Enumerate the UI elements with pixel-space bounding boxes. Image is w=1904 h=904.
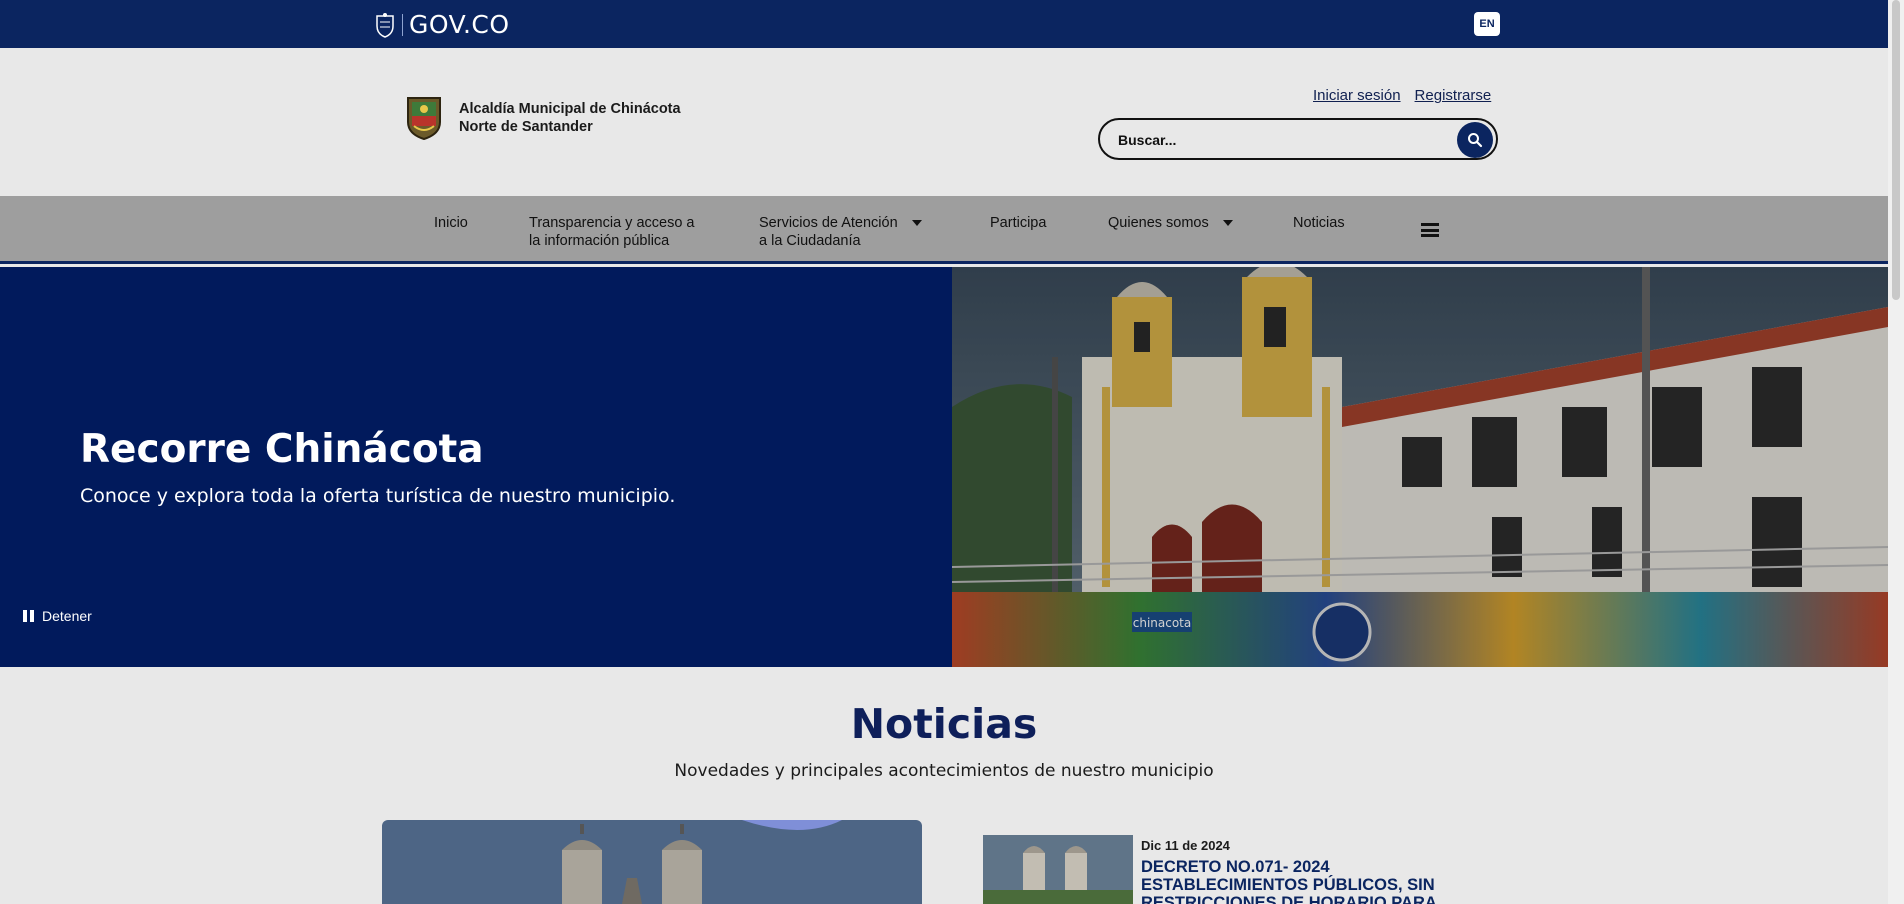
register-link[interactable]: Registrarse xyxy=(1415,87,1492,104)
nav-item-quienes-somos[interactable]: Quienes somos xyxy=(1108,214,1233,232)
nav-label-line1: Transparencia y acceso a xyxy=(529,215,695,231)
news-main-image[interactable] xyxy=(382,820,922,904)
news-item-date: Dic 11 de 2024 xyxy=(1141,838,1230,853)
nav-label: Inicio xyxy=(434,215,468,231)
hero-carousel: Recorre Chinácota Conoce y explora toda … xyxy=(0,267,1888,667)
chevron-down-icon xyxy=(911,220,922,226)
search-icon xyxy=(1468,133,1483,148)
nav-label: Quienes somos xyxy=(1108,215,1209,231)
chevron-down-icon xyxy=(1222,220,1233,226)
nav-label: Noticias xyxy=(1293,215,1345,231)
nav-label-line1: Servicios de Atención xyxy=(759,215,898,231)
search-input[interactable] xyxy=(1118,129,1438,151)
municipality-name[interactable]: Alcaldía Municipal de Chinácota Norte de… xyxy=(459,100,681,136)
hero-church-photo: chinacota xyxy=(952,267,1888,667)
nav-label-line2: la información pública xyxy=(529,233,670,249)
main-navigation: Inicio Transparencia y acceso a la infor… xyxy=(0,196,1888,264)
nav-item-participa[interactable]: Participa xyxy=(990,214,1046,232)
nav-item-noticias[interactable]: Noticias xyxy=(1293,214,1345,232)
news-section-subtitle: Novedades y principales acontecimientos … xyxy=(674,761,1214,781)
scrollbar-thumb[interactable] xyxy=(1892,0,1900,300)
language-toggle-button[interactable]: EN xyxy=(1474,12,1500,36)
church-photo xyxy=(382,820,922,904)
news-item-thumbnail[interactable] xyxy=(983,835,1133,904)
hero-title: Recorre Chinácota xyxy=(80,427,484,472)
municipality-crest-icon xyxy=(407,97,441,140)
gov-co-logo[interactable]: GOV.CO xyxy=(374,10,510,39)
municipality-name-line1: Alcaldía Municipal de Chinácota xyxy=(459,101,681,117)
nav-label-line2: a la Ciudadanía xyxy=(759,233,861,249)
page-scrollbar[interactable] xyxy=(1888,0,1904,904)
search-button[interactable] xyxy=(1457,122,1493,158)
login-link[interactable]: Iniciar sesión xyxy=(1313,87,1401,104)
pause-icon xyxy=(23,610,34,622)
nav-label: Participa xyxy=(990,215,1047,231)
hamburger-menu-icon[interactable] xyxy=(1421,223,1439,237)
search-box xyxy=(1098,118,1498,160)
church-thumbnail xyxy=(983,835,1133,904)
nav-item-servicios[interactable]: Servicios de Atención a la Ciudadanía xyxy=(759,214,922,250)
colombia-shield-icon xyxy=(376,12,394,38)
nav-item-inicio[interactable]: Inicio xyxy=(434,214,468,232)
municipality-name-line2: Norte de Santander xyxy=(459,119,593,135)
gov-co-text: GOV.CO xyxy=(409,10,510,39)
hero-subtitle: Conoce y explora toda la oferta turístic… xyxy=(80,485,676,507)
site-header xyxy=(0,48,1888,196)
nav-item-transparencia[interactable]: Transparencia y acceso a la información … xyxy=(529,214,695,250)
news-section-title: Noticias xyxy=(850,700,1038,748)
pause-label: Detener xyxy=(42,608,92,624)
auth-links: Iniciar sesión Registrarse xyxy=(1313,87,1491,104)
carousel-pause-button[interactable]: Detener xyxy=(23,608,92,624)
logo-separator xyxy=(402,13,403,36)
gov-co-bar: GOV.CO EN xyxy=(0,0,1888,48)
news-item-headline[interactable]: DECRETO No.071- 2024 ESTABLECIMIENTOS PÚ… xyxy=(1141,858,1481,904)
